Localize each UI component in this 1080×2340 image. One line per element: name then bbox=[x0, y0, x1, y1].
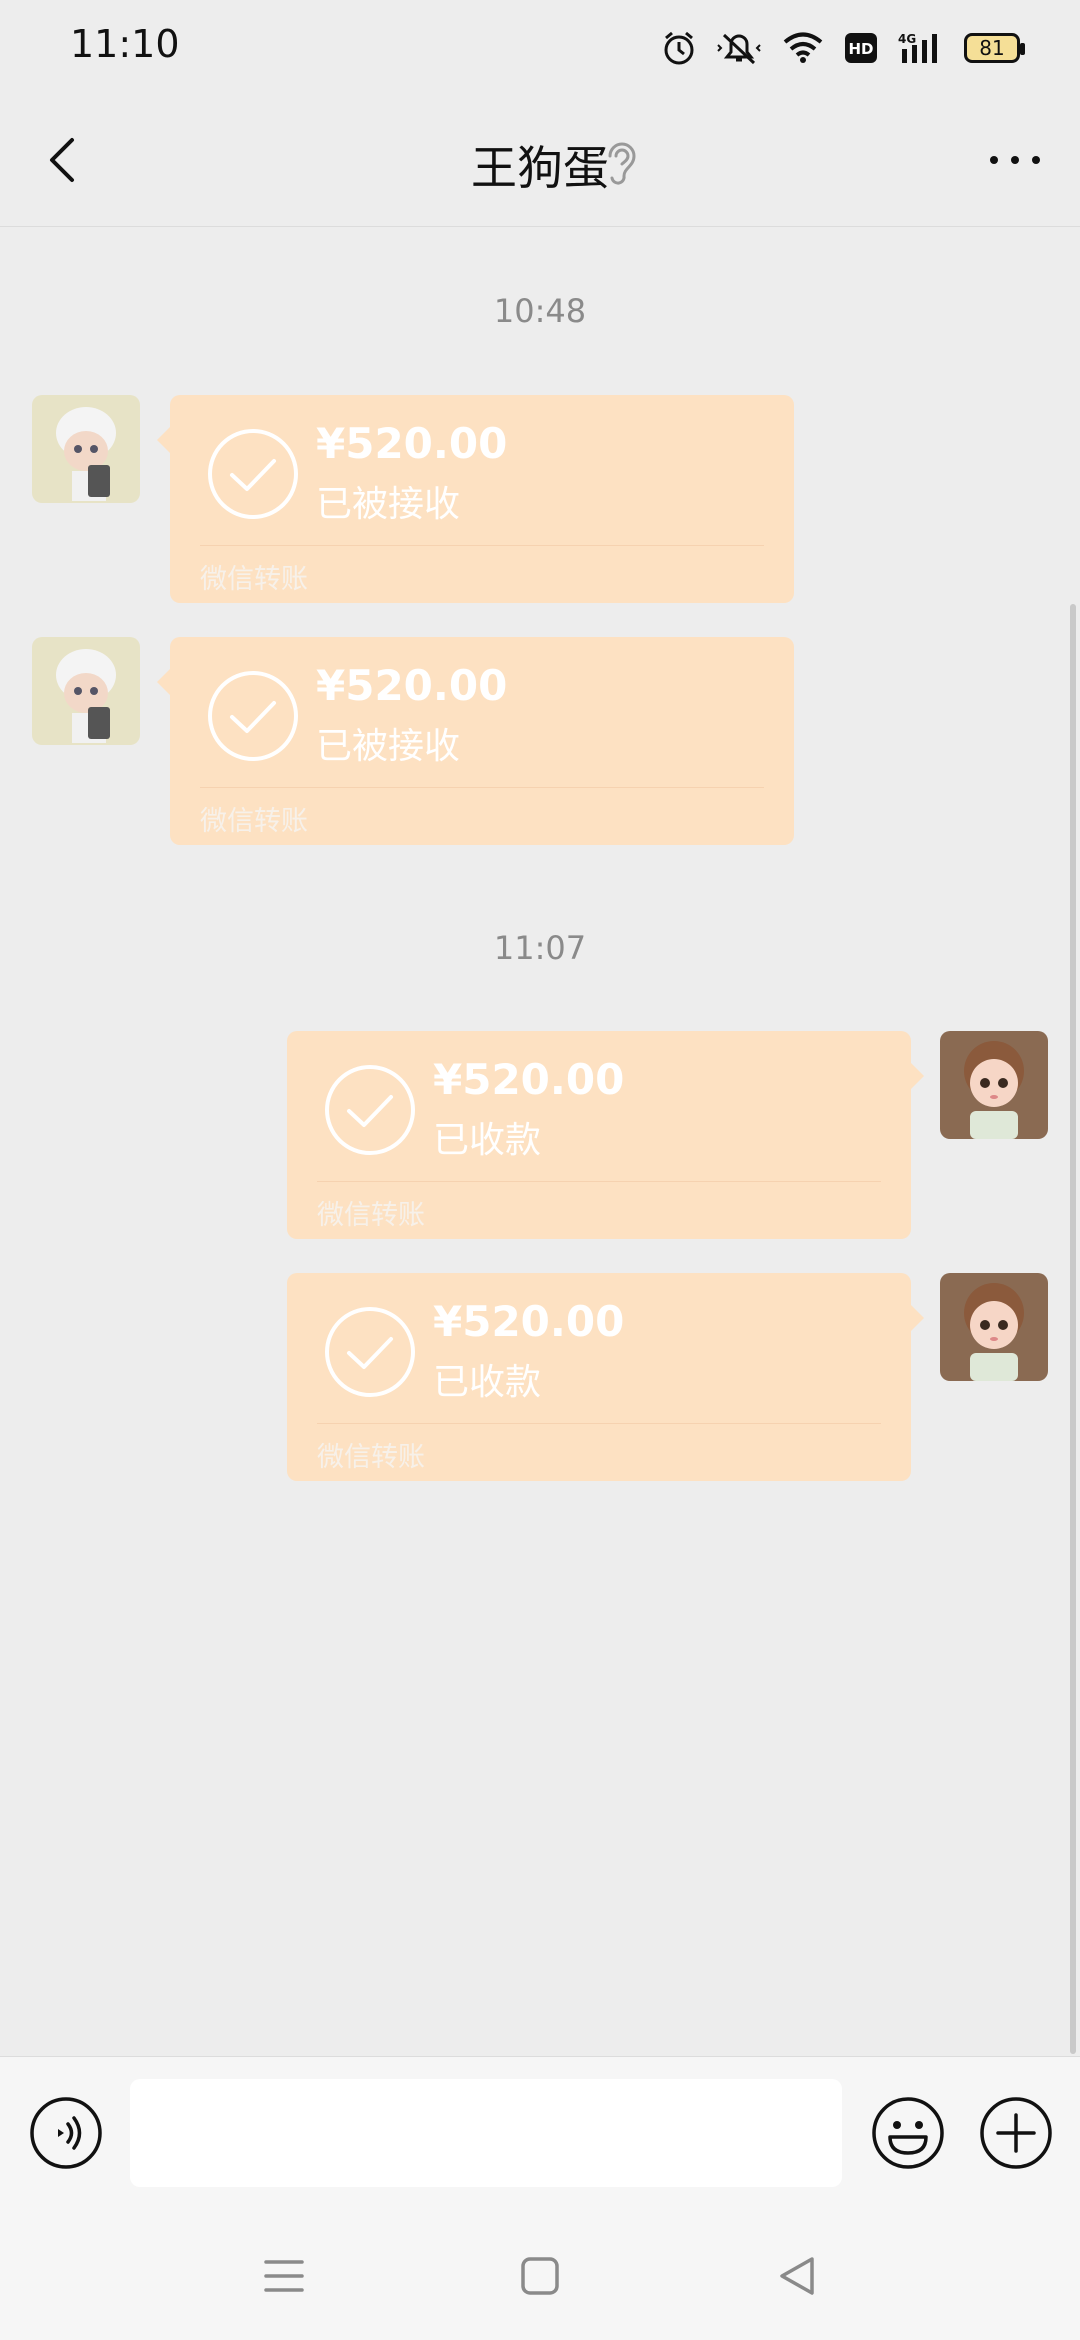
plus-icon[interactable] bbox=[978, 2095, 1054, 2171]
check-icon bbox=[325, 1307, 415, 1397]
avatar-self[interactable] bbox=[940, 1031, 1048, 1139]
transfer-status: 已收款 bbox=[433, 1120, 542, 1161]
system-nav-bar bbox=[0, 2208, 1080, 2340]
transfer-footer: 微信转账 bbox=[200, 564, 308, 595]
input-bar bbox=[0, 2056, 1080, 2209]
check-icon bbox=[208, 429, 298, 519]
message-input[interactable] bbox=[130, 2079, 842, 2187]
back-triangle-icon[interactable] bbox=[776, 2254, 820, 2298]
home-icon[interactable] bbox=[518, 2254, 562, 2298]
signal-icon: 4G bbox=[898, 32, 937, 63]
status-icons: HD 4G 81 bbox=[662, 26, 1025, 70]
hd-icon: HD bbox=[845, 33, 877, 63]
more-icon[interactable] bbox=[986, 140, 1044, 180]
ear-icon bbox=[608, 142, 636, 185]
transfer-amount: ¥520.00 bbox=[433, 1055, 625, 1104]
transfer-footer: 微信转账 bbox=[200, 806, 308, 837]
transfer-status: 已收款 bbox=[433, 1362, 542, 1403]
timestamp: 11:07 bbox=[493, 929, 587, 967]
transfer-footer: 微信转账 bbox=[317, 1442, 425, 1473]
transfer-message[interactable]: ¥520.00 已收款 微信转账 bbox=[287, 1273, 924, 1481]
transfer-amount: ¥520.00 bbox=[316, 661, 508, 710]
bubble-divider bbox=[317, 1181, 881, 1182]
transfer-status: 已被接收 bbox=[316, 484, 461, 525]
status-time: 11:10 bbox=[70, 22, 180, 66]
battery-icon: 81 bbox=[964, 33, 1025, 63]
transfer-amount: ¥520.00 bbox=[433, 1297, 625, 1346]
emoji-icon[interactable] bbox=[870, 2095, 946, 2171]
transfer-message[interactable]: ¥520.00 已被接收 微信转账 bbox=[157, 395, 794, 603]
transfer-message[interactable]: ¥520.00 已被接收 微信转账 bbox=[157, 637, 794, 845]
wifi-icon bbox=[783, 32, 823, 63]
battery-level: 81 bbox=[979, 36, 1005, 60]
transfer-status: 已被接收 bbox=[316, 726, 461, 767]
chat-title: 王狗蛋 bbox=[471, 141, 609, 195]
scrollbar[interactable] bbox=[1070, 604, 1076, 2054]
menu-icon[interactable] bbox=[262, 2254, 306, 2298]
transfer-footer: 微信转账 bbox=[317, 1200, 425, 1231]
avatar-self[interactable] bbox=[940, 1273, 1048, 1381]
transfer-message[interactable]: ¥520.00 已收款 微信转账 bbox=[287, 1031, 924, 1239]
voice-icon[interactable] bbox=[28, 2095, 104, 2171]
bubble-divider bbox=[317, 1423, 881, 1424]
avatar-contact[interactable] bbox=[32, 637, 140, 745]
network-label: 4G bbox=[898, 32, 916, 46]
status-bar: 11:10 HD 4G 81 bbox=[0, 0, 1080, 96]
chat-header: 王狗蛋 bbox=[0, 96, 1080, 227]
avatar-contact[interactable] bbox=[32, 395, 140, 503]
transfer-amount: ¥520.00 bbox=[316, 419, 508, 468]
alarm-icon bbox=[664, 31, 694, 65]
check-icon bbox=[325, 1065, 415, 1155]
mute-icon bbox=[717, 33, 761, 65]
hd-label: HD bbox=[848, 40, 873, 58]
check-icon bbox=[208, 671, 298, 761]
bubble-divider bbox=[200, 545, 764, 546]
bubble-divider bbox=[200, 787, 764, 788]
timestamp: 10:48 bbox=[493, 292, 587, 330]
